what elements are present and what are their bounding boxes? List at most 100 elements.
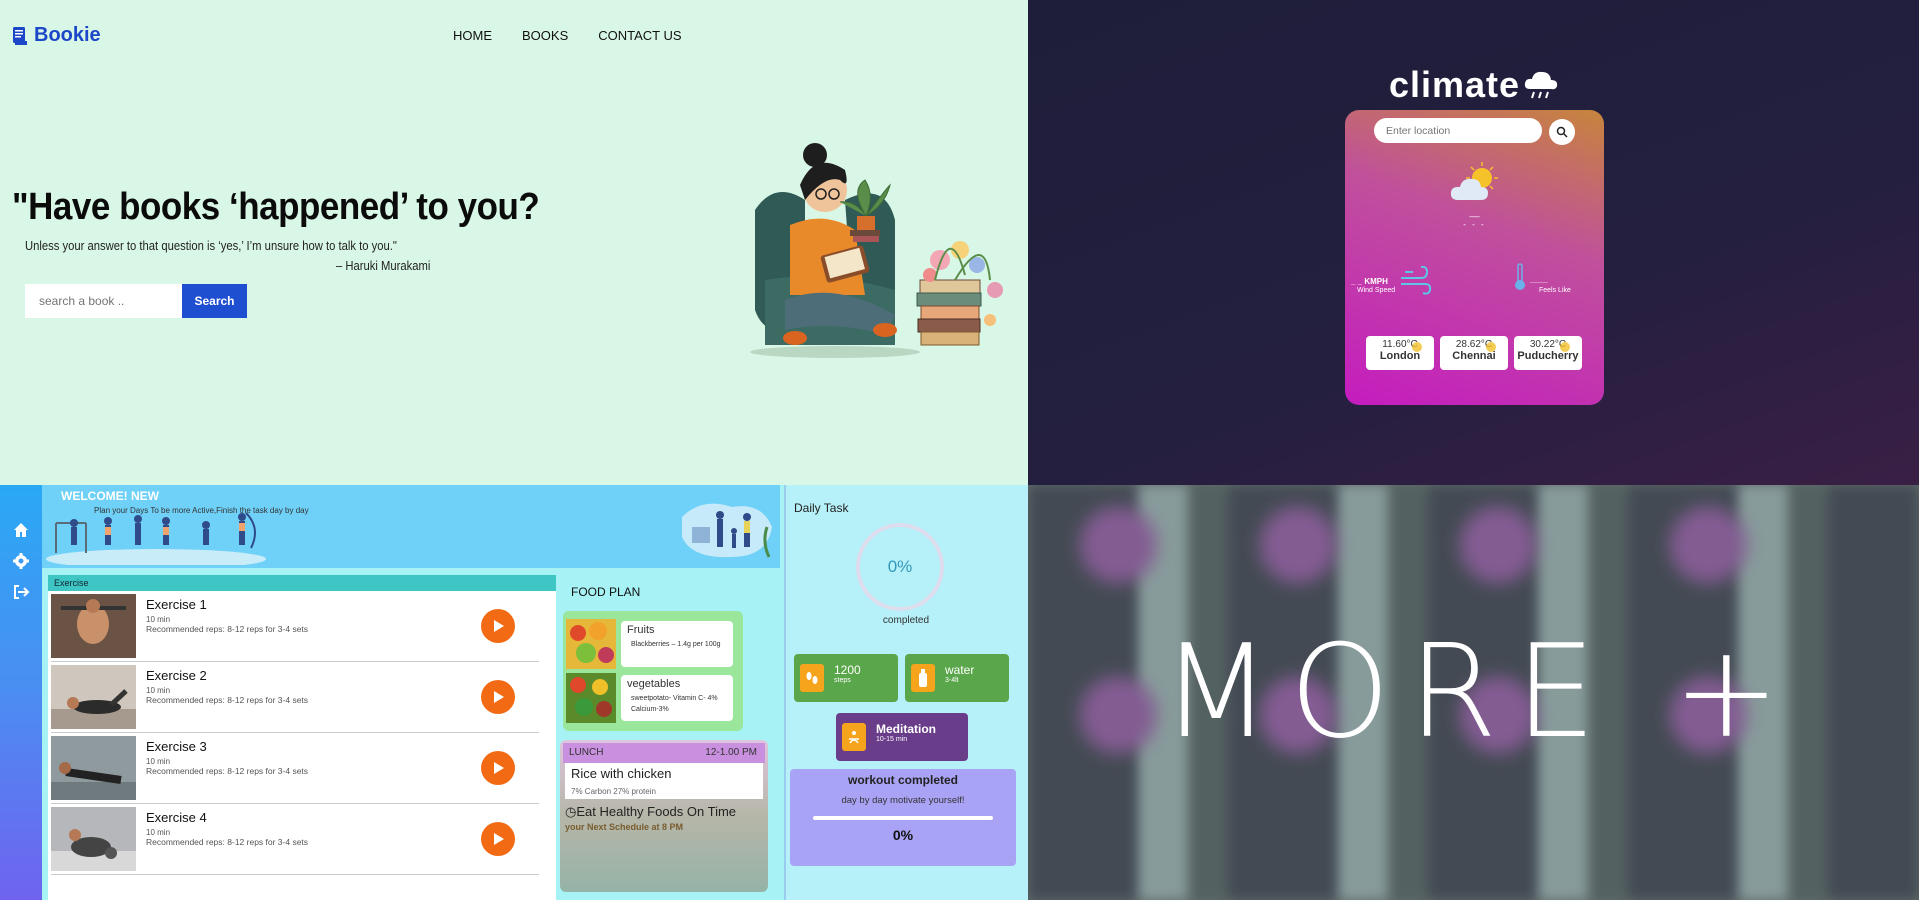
daily-task-panel: Daily Task 0% completed 1200 steps water… (784, 485, 1028, 900)
city-card-london[interactable]: 11.60°C London (1366, 336, 1434, 370)
food-item[interactable]: vegetables sweetpotato- Vitamin C- 4% Ca… (566, 673, 736, 725)
food-desc: Blackberries – 1.4g per 100g (631, 641, 721, 648)
sun-icon (1412, 342, 1422, 352)
current-temp: __ (1469, 207, 1480, 217)
food-desc: sweetpotato- Vitamin C- 4% Calcium-3% (631, 695, 718, 713)
progress-ring: 0% (856, 523, 944, 611)
partly-cloudy-icon (1450, 162, 1498, 200)
hero-author: – Haruki Murakami (336, 259, 431, 273)
food-name: Fruits (627, 624, 655, 636)
city-card-chennai[interactable]: 28.62°C Chennai (1440, 336, 1508, 370)
bookie-logo[interactable]: Bookie (12, 24, 101, 47)
completed-label: completed (882, 615, 930, 626)
logout-icon[interactable] (12, 583, 30, 601)
exercise-list: Exercise 1 10 min Recommended reps: 8-12… (48, 591, 556, 900)
hero-headline: "Have books ‘happened’ to you? (12, 186, 540, 228)
lunch-card[interactable]: LUNCH 12-1.00 PM Rice with chicken 7% Ca… (560, 740, 768, 892)
bookie-nav: HOME BOOKS CONTACT US (453, 28, 682, 43)
exercise-row[interactable]: Exercise 4 10 min Recommended reps: 8-12… (51, 804, 539, 875)
location-search-button[interactable] (1549, 119, 1575, 145)
footsteps-icon (800, 664, 824, 692)
workout-message: day by day motivate yourself! (841, 795, 965, 806)
play-button[interactable] (481, 822, 515, 856)
home-icon[interactable] (12, 521, 30, 539)
fitness-sidebar (0, 485, 42, 900)
workout-progress-bar (813, 816, 993, 820)
steps-label: steps (834, 677, 851, 684)
steps-tile[interactable]: 1200 steps (794, 654, 898, 702)
wind-icon (1401, 265, 1432, 295)
water-value: water (945, 663, 975, 677)
play-button[interactable] (481, 680, 515, 714)
workout-progress: 0% (892, 827, 914, 843)
wind-speed-value: _ _ KMPH (1351, 277, 1388, 286)
nav-books[interactable]: BOOKS (522, 28, 568, 43)
exercise-row[interactable]: Exercise 1 10 min Recommended reps: 8-12… (51, 591, 539, 662)
steps-value: 1200 (834, 663, 861, 677)
meal-name: Rice with chicken (571, 766, 672, 781)
meditation-value: Meditation (876, 722, 936, 736)
gear-icon[interactable] (12, 552, 30, 570)
welcome-subtitle: Plan your Days To be more Active,Finish … (94, 506, 309, 515)
hero-quote: Unless your answer to that question is ‘… (25, 239, 397, 253)
food-item[interactable]: Fruits Blackberries – 1.4g per 100g (566, 619, 736, 671)
book-icon (13, 26, 27, 45)
exercise-row[interactable]: Exercise 3 10 min Recommended reps: 8-12… (51, 733, 539, 804)
weather-desc: - - - (1463, 220, 1486, 229)
water-tile[interactable]: water 3-4lt (905, 654, 1009, 702)
search-icon (1556, 126, 1568, 138)
meal-box: Rice with chicken 7% Carbon 27% protein (565, 763, 763, 799)
city-card-puducherry[interactable]: 30.22°C Puducherry (1514, 336, 1582, 370)
sun-icon (1560, 342, 1570, 352)
climate-title: climate (1389, 64, 1560, 106)
book-search-button[interactable]: Search (182, 284, 247, 318)
city-name: London (1379, 350, 1421, 362)
play-button[interactable] (481, 609, 515, 643)
play-icon (494, 620, 504, 632)
food-info: vegetables sweetpotato- Vitamin C- 4% Ca… (621, 675, 733, 721)
logo-text: Bookie (34, 24, 101, 46)
play-icon (494, 833, 504, 845)
reading-woman-illustration (750, 143, 1003, 358)
wind-speed-label: Wind Speed (1357, 287, 1396, 294)
fitness-panel: WELCOME! NEW Plan your Days To be more A… (0, 485, 1028, 900)
exercise-thumbnail (51, 807, 136, 871)
exercise-reps: Recommended reps: 8-12 reps for 3-4 sets (146, 695, 309, 705)
play-button[interactable] (481, 751, 515, 785)
book-search-input[interactable] (25, 284, 182, 318)
eat-healthy-label: Eat Healthy Foods On Time (576, 804, 737, 819)
bottle-icon (911, 664, 935, 692)
exercise-name: Exercise 4 (146, 810, 207, 825)
daily-task-title: Daily Task (794, 501, 849, 515)
more-panel[interactable]: MORE + (1028, 485, 1919, 900)
meditation-label: 10-15 min (876, 736, 908, 743)
exercise-duration: 10 min (146, 686, 171, 695)
more-label[interactable]: MORE + (1028, 485, 1919, 900)
food-plan-title: FOOD PLAN (571, 585, 641, 599)
city-temp: 30.22°C (1529, 339, 1567, 350)
exercise-name: Exercise 3 (146, 739, 207, 754)
vegetables-image (566, 673, 616, 723)
workout-title: workout completed (847, 773, 958, 787)
exercise-row[interactable]: Exercise 2 10 min Recommended reps: 8-12… (51, 662, 539, 733)
exercise-header: Exercise (48, 575, 556, 591)
meditation-tile[interactable]: Meditation 10-15 min (836, 713, 968, 761)
city-name: Chennai (1452, 350, 1496, 362)
exercise-reps: Recommended reps: 8-12 reps for 3-4 sets (146, 766, 309, 776)
nav-home[interactable]: HOME (453, 28, 492, 43)
location-input[interactable] (1374, 118, 1542, 143)
play-icon (494, 691, 504, 703)
workout-card: workout completed day by day motivate yo… (790, 769, 1016, 866)
city-name: Puducherry (1517, 350, 1579, 362)
city-temp: 28.62°C (1455, 339, 1493, 350)
welcome-title: WELCOME! NEW (61, 489, 159, 503)
exercise-duration: 10 min (146, 615, 171, 624)
exercise-thumbnail (51, 594, 136, 658)
feels-like-label: Feels Like (1539, 287, 1571, 294)
food-info: Fruits Blackberries – 1.4g per 100g (621, 621, 733, 667)
feels-like-value: ____ (1530, 275, 1548, 284)
nav-contact[interactable]: CONTACT US (598, 28, 681, 43)
lunch-header: LUNCH 12-1.00 PM (563, 743, 765, 763)
exercise-duration: 10 min (146, 828, 171, 837)
exercise-name: Exercise 1 (146, 597, 207, 612)
